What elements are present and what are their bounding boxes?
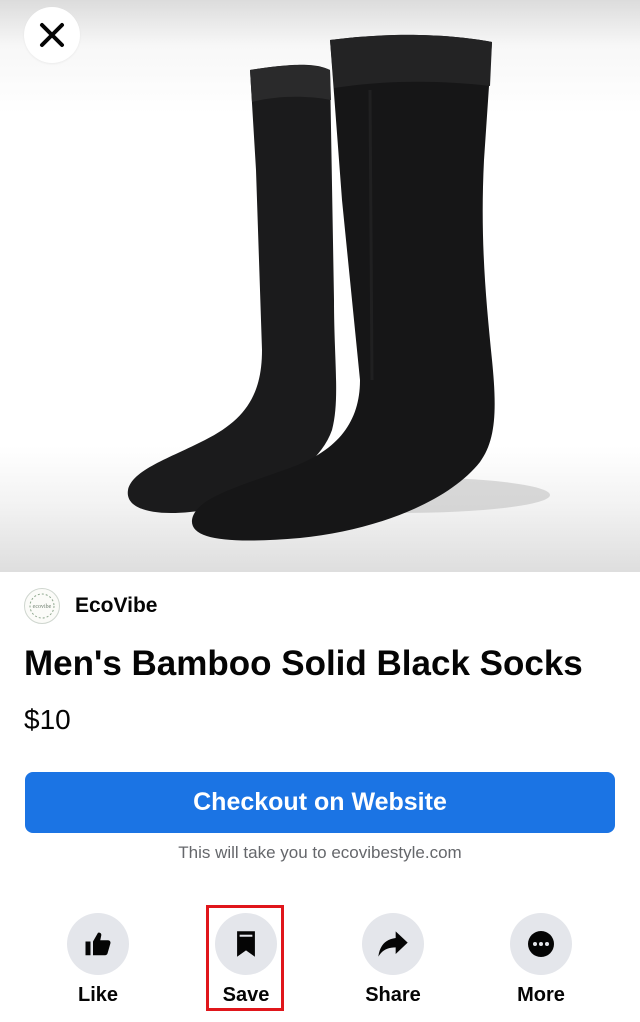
seller-row[interactable]: ecovibe EcoVibe [24, 587, 157, 625]
seller-name[interactable]: EcoVibe [75, 594, 157, 618]
like-label: Like [77, 984, 119, 1006]
thumbs-up-icon [85, 932, 111, 956]
share-circle[interactable] [362, 913, 424, 975]
checkout-button-label: Checkout on Website [193, 788, 447, 816]
save-highlight-box [206, 905, 284, 1011]
more-dots-icon [528, 931, 554, 957]
svg-text:ecovibe: ecovibe [33, 604, 52, 610]
share-label: Share [365, 984, 421, 1006]
product-image [0, 0, 640, 572]
socks-illustration [127, 34, 550, 541]
product-price: $10 [24, 704, 71, 735]
close-icon [40, 23, 64, 47]
like-circle[interactable] [67, 913, 129, 975]
share-button[interactable]: Share [343, 913, 443, 1007]
share-arrow-icon [378, 931, 408, 957]
more-button[interactable]: More [491, 913, 591, 1007]
seller-avatar[interactable]: ecovibe [24, 588, 60, 624]
product-title: Men's Bamboo Solid Black Socks [24, 644, 583, 683]
more-label: More [517, 984, 565, 1006]
more-circle[interactable] [510, 913, 572, 975]
like-button[interactable]: Like [48, 913, 148, 1007]
close-button[interactable] [24, 7, 80, 63]
checkout-button[interactable]: Checkout on Website [25, 772, 615, 833]
seller-logo: ecovibe [29, 593, 55, 619]
checkout-note: This will take you to ecovibestyle.com [178, 843, 462, 862]
